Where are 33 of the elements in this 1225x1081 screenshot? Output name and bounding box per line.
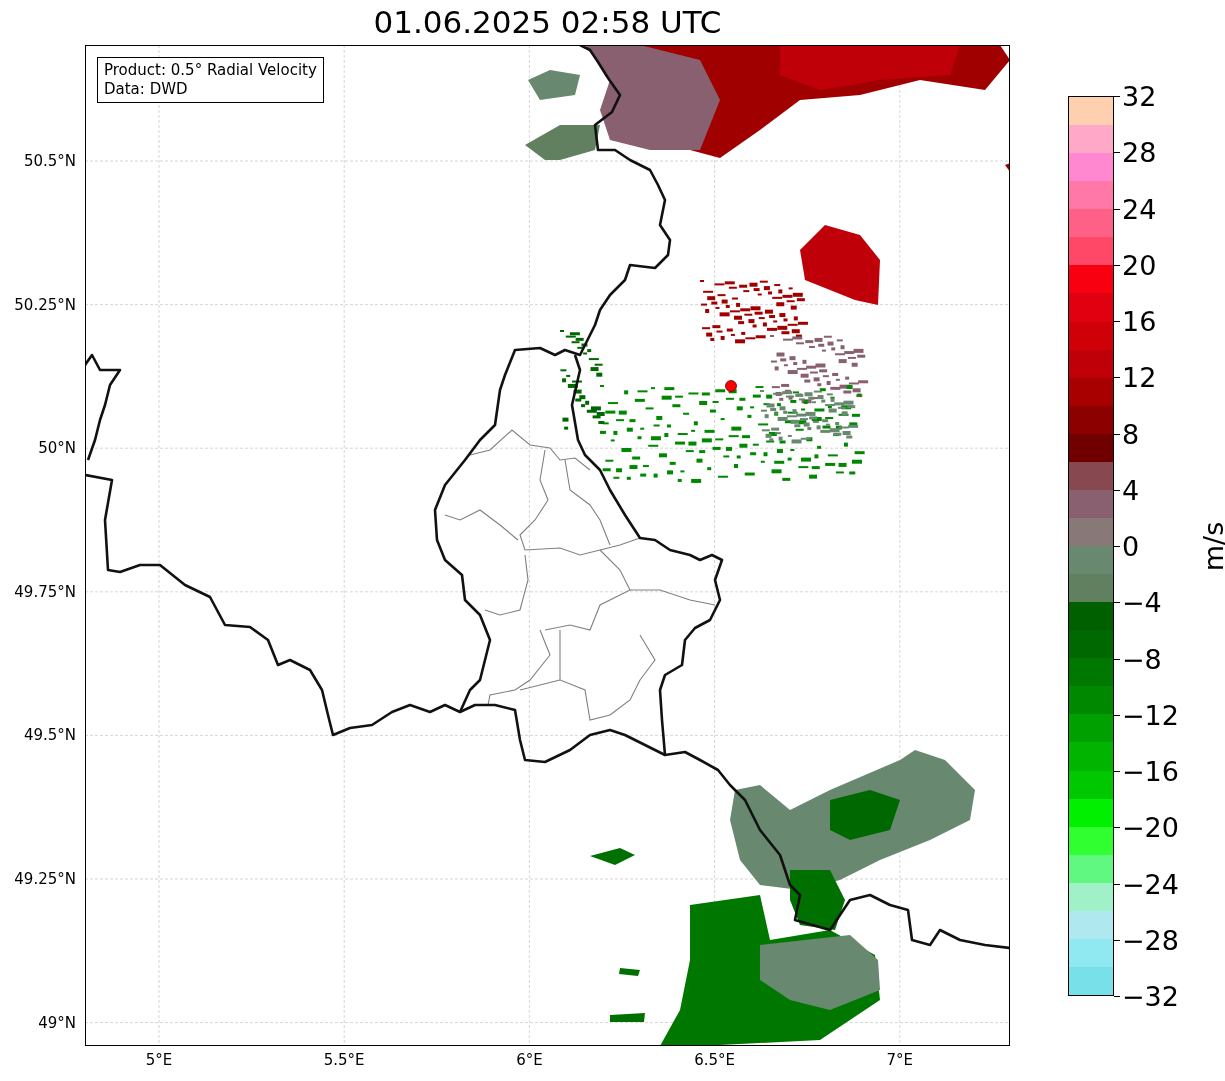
colorbar-tick-label: −4: [1122, 586, 1162, 618]
longitude-label: 5.5°E: [323, 1051, 365, 1069]
colorbar-tick-label: −12: [1122, 699, 1179, 731]
colorbar-tick-label: 0: [1122, 530, 1140, 562]
colorbar-tick-label: −8: [1122, 643, 1162, 674]
radar-site-marker: [725, 380, 737, 392]
colorbar-tick-label: −32: [1122, 980, 1179, 1012]
info-text: Product: 0.5° Radial Velocity: [104, 61, 317, 80]
colorbar-tick-label: 32: [1122, 80, 1157, 112]
colorbar-tick-label: 4: [1122, 474, 1140, 506]
latitude-label: 50.25°N: [14, 295, 76, 314]
colorbar-tick-label: 12: [1122, 361, 1157, 393]
latitude-label: 49°N: [38, 1013, 76, 1032]
longitude-label: 6.5°E: [694, 1051, 735, 1069]
latitude-label: 49.5°N: [23, 726, 76, 745]
colorbar-tick-label: −16: [1122, 755, 1179, 787]
colorbar-tick-label: 8: [1122, 418, 1140, 449]
longitude-label: 6°E: [516, 1051, 543, 1069]
colorbar-tick-label: 28: [1122, 136, 1157, 168]
info-text: Data: DWD: [104, 80, 189, 99]
longitude-label: 5°E: [145, 1051, 173, 1069]
colorbar-tick-label: −28: [1122, 924, 1179, 956]
colorbar-tick-label: 20: [1122, 249, 1157, 281]
longitude-label: 7°E: [886, 1051, 914, 1069]
latitude-label: 50.5°N: [23, 152, 76, 170]
colorbar-tick-label: −24: [1122, 868, 1179, 899]
colorbar-tick-label: −20: [1122, 811, 1179, 843]
colorbar-tick-label: 16: [1122, 305, 1157, 337]
colorbar-tick-label: 24: [1122, 193, 1157, 224]
latitude-label: 49.75°N: [14, 582, 76, 601]
latitude-label: 49.25°N: [14, 870, 76, 888]
chart-title: 01.06.2025 02:58 UTC: [372, 3, 723, 42]
latitude-label: 50°N: [38, 439, 76, 458]
